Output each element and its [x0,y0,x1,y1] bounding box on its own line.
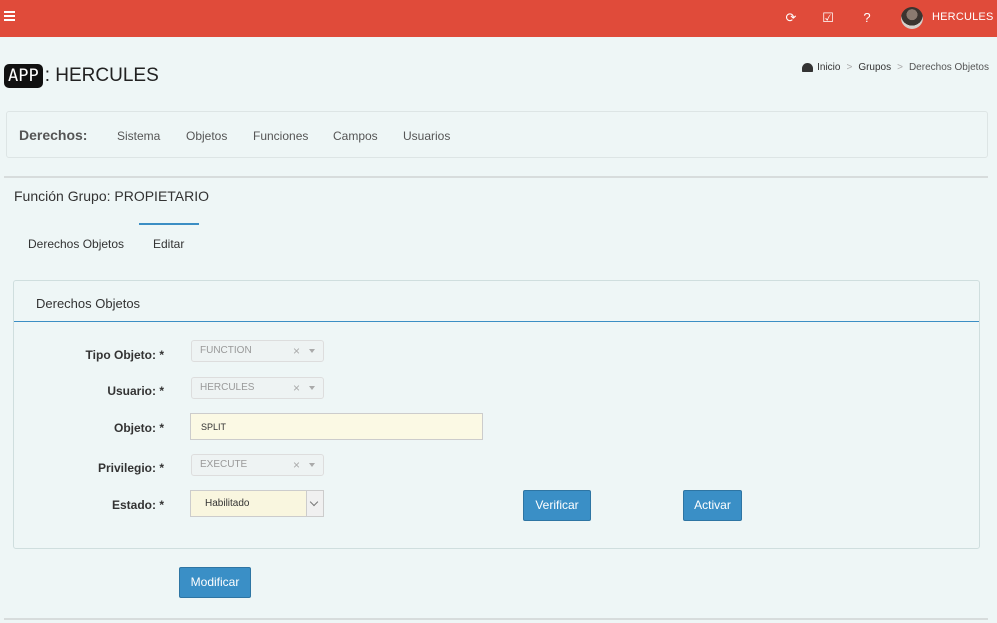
breadcrumb-separator: > [897,62,903,73]
usuario-select[interactable]: HERCULES × [191,377,324,399]
chevron-down-icon[interactable] [309,463,315,467]
nav-item-sistema[interactable]: Sistema [117,129,160,143]
clear-icon[interactable]: × [293,455,300,475]
tipo-objeto-label: Tipo Objeto: * [85,348,164,362]
footer-divider [4,618,988,620]
nav-item-campos[interactable]: Campos [333,129,378,143]
breadcrumb-current: Derechos Objetos [908,62,989,73]
usuario-label: Usuario: * [107,384,164,398]
derechos-nav-title: Derechos: [19,127,88,143]
objeto-input[interactable] [190,413,483,440]
tab-editar[interactable]: Editar [153,237,184,251]
app-logo-badge: APP [4,64,43,88]
app-title: : HERCULES [44,65,159,86]
usuario-value: HERCULES [200,382,255,393]
chevron-down-icon [309,497,319,507]
nav-item-usuarios[interactable]: Usuarios [403,129,450,143]
breadcrumb-inicio[interactable]: Inicio [817,62,840,73]
active-tab-indicator [139,223,199,225]
tab-derechos-objetos[interactable]: Derechos Objetos [28,237,124,251]
divider [4,176,988,178]
chevron-down-icon[interactable] [309,386,315,390]
breadcrumb-grupos[interactable]: Grupos [858,62,891,73]
dashboard-icon [802,63,814,72]
panel-title: Derechos Objetos [36,296,141,311]
modificar-button[interactable]: Modificar [179,567,251,598]
top-bar: ⟳ ☑ ? HERCULES [0,0,997,37]
user-name[interactable]: HERCULES [932,11,994,23]
estado-value: Habilitado [205,498,250,509]
breadcrumb-separator: > [846,62,853,73]
estado-dropdown-button[interactable] [306,491,323,516]
privilegio-value: EXECUTE [200,459,248,470]
privilegio-label: Privilegio: * [97,461,164,475]
tipo-objeto-value: FUNCTION [200,345,252,356]
user-avatar[interactable] [901,7,923,29]
breadcrumb: Inicio > Grupos > Derechos Objetos [802,62,989,73]
activar-button[interactable]: Activar [683,490,742,521]
clear-icon[interactable]: × [293,378,300,398]
nav-item-funciones[interactable]: Funciones [253,129,308,143]
tipo-objeto-select[interactable]: FUNCTION × [191,340,324,362]
refresh-icon[interactable]: ⟳ [783,9,799,27]
page-title: Función Grupo: PROPIETARIO [14,188,210,204]
objeto-label: Objeto: * [114,421,164,435]
verificar-button[interactable]: Verificar [523,490,591,521]
derechos-nav: Derechos: Sistema Objetos Funciones Camp… [6,111,988,158]
question-circle-icon[interactable]: ? [859,9,875,27]
panel-divider [14,321,979,322]
estado-label: Estado: * [111,498,164,512]
estado-select[interactable]: Habilitado [190,490,324,517]
clear-icon[interactable]: × [293,341,300,361]
nav-item-objetos[interactable]: Objetos [186,129,227,143]
privilegio-select[interactable]: EXECUTE × [191,454,324,476]
check-square-icon[interactable]: ☑ [820,9,836,27]
chevron-down-icon[interactable] [309,349,315,353]
hamburger-menu-icon[interactable] [4,11,16,25]
app-brand: APP : HERCULES [4,63,159,89]
